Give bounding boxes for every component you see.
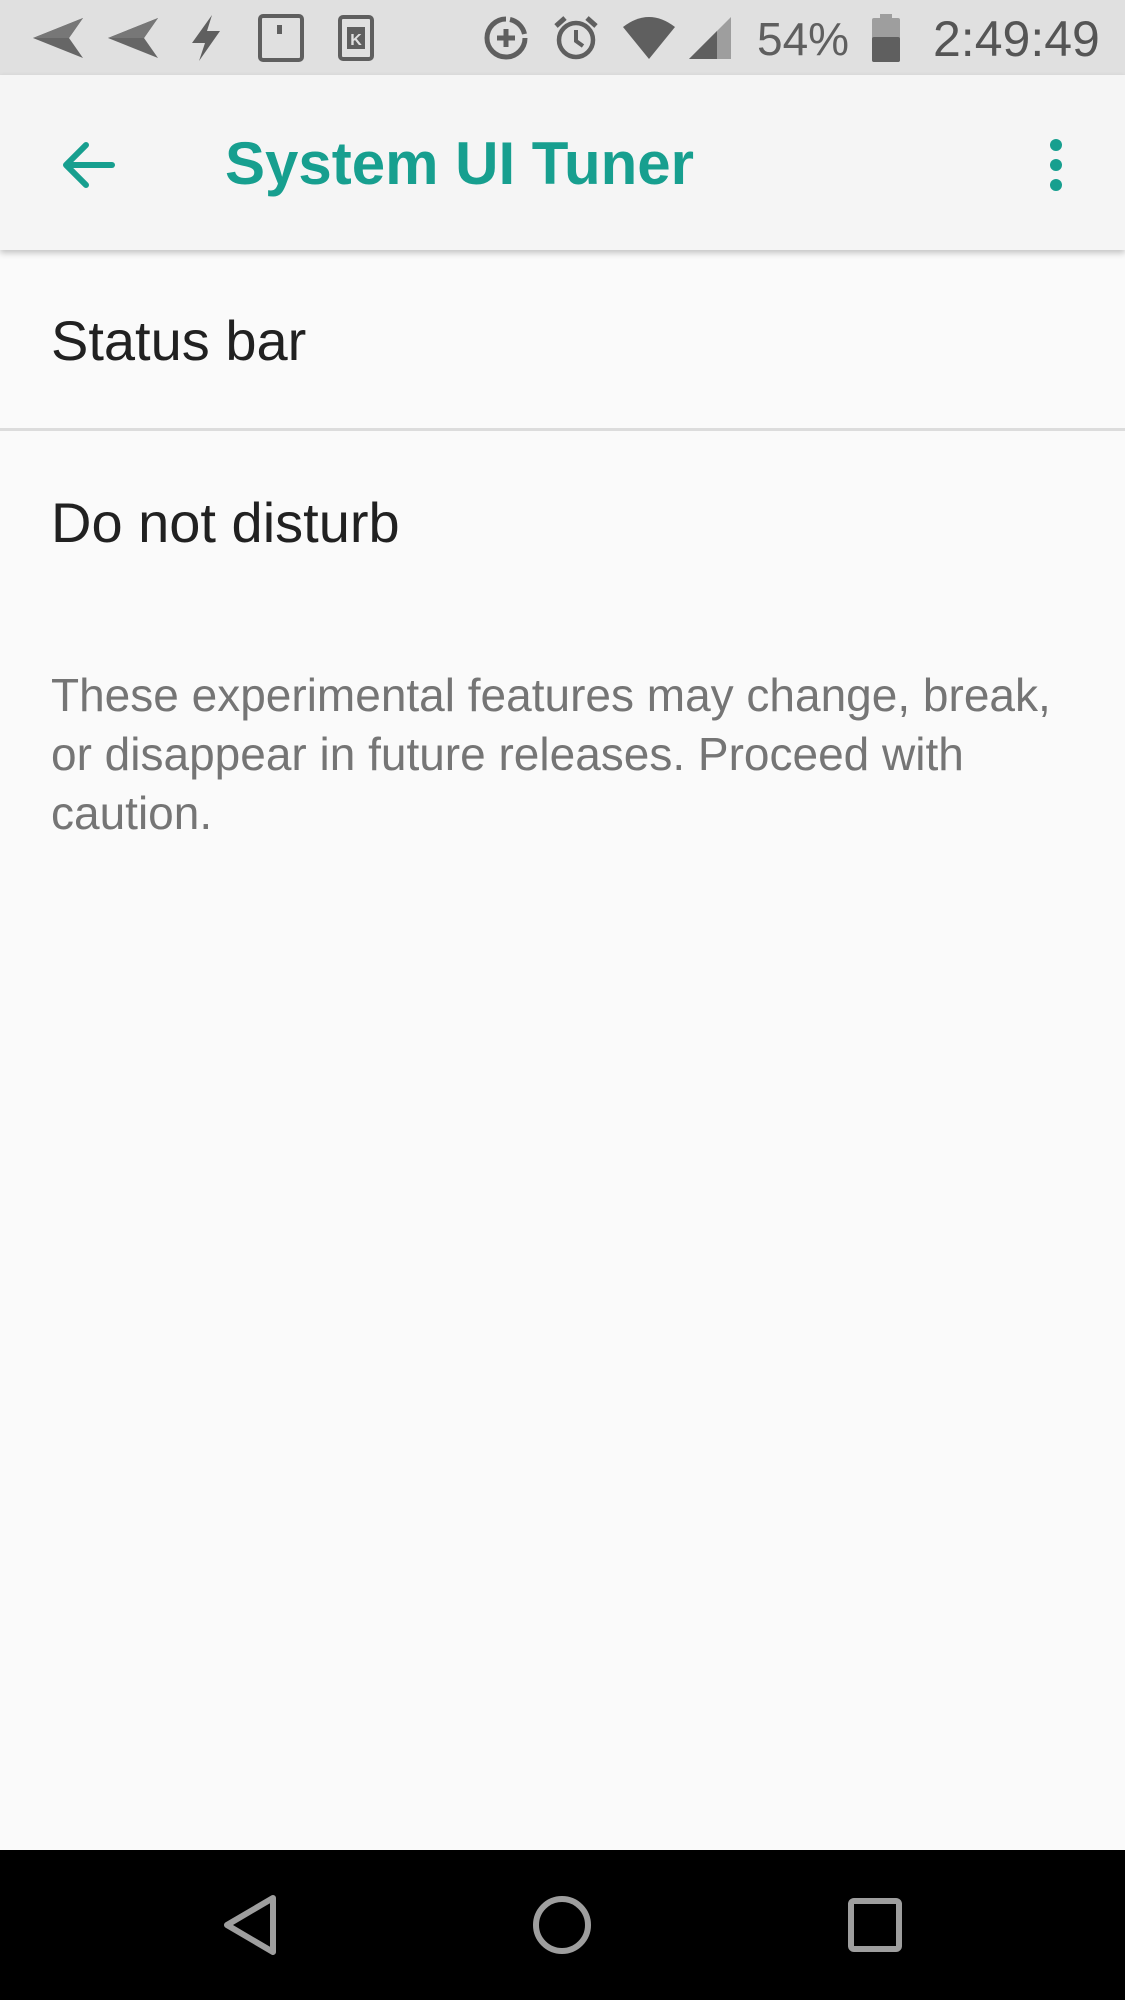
sim-card-icon (254, 0, 308, 75)
nav-recents-button[interactable] (825, 1875, 925, 1975)
status-clock: 2:49:49 (933, 11, 1100, 67)
navigation-bar (0, 1850, 1125, 2000)
svg-text:K: K (350, 32, 362, 49)
list-item-label: Do not disturb (51, 491, 400, 554)
keyboard-icon: K (334, 0, 378, 75)
battery-percent: 54% (757, 13, 850, 65)
list-item-do-not-disturb[interactable]: Do not disturb (0, 431, 1125, 614)
flash-icon (180, 0, 232, 75)
battery-icon (868, 0, 904, 75)
cellular-signal-icon (685, 0, 735, 75)
system-status-bar: K 54% 2:49:49 (0, 0, 1125, 75)
recents-square-icon (848, 1898, 902, 1952)
home-circle-icon (533, 1896, 591, 1954)
experimental-warning-text: These experimental features may change, … (51, 669, 1051, 839)
arrow-back-icon (63, 142, 115, 188)
list-item-status-bar[interactable]: Status bar (0, 250, 1125, 428)
back-button[interactable] (48, 125, 128, 205)
more-options-button[interactable] (1016, 125, 1096, 205)
data-saver-icon (481, 0, 531, 75)
wifi-icon (618, 0, 680, 75)
list-item-label: Status bar (51, 309, 307, 372)
send-icon (28, 0, 88, 75)
more-vert-icon (1050, 139, 1062, 191)
app-bar: System UI Tuner (0, 75, 1125, 250)
nav-home-button[interactable] (512, 1875, 612, 1975)
back-triangle-icon (224, 1895, 276, 1955)
page-title: System UI Tuner (225, 130, 695, 197)
nav-back-button[interactable] (201, 1875, 301, 1975)
send-icon (103, 0, 163, 75)
alarm-icon (550, 0, 602, 75)
